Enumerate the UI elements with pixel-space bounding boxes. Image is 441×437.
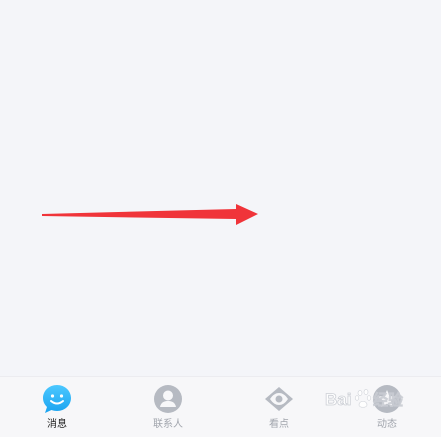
svg-text:Bai: Bai bbox=[325, 390, 351, 409]
svg-text:经验: 经验 bbox=[373, 391, 404, 409]
tab-messages[interactable]: 消息 bbox=[27, 383, 87, 435]
eye-icon bbox=[265, 387, 293, 411]
tab-contacts-label: 联系人 bbox=[153, 419, 183, 430]
baidu-jingyan-watermark: Bai 经验 bbox=[325, 389, 404, 409]
tab-messages-label: 消息 bbox=[47, 419, 67, 430]
tab-highlights[interactable]: 看点 bbox=[249, 383, 309, 435]
contact-person-icon bbox=[154, 385, 182, 413]
tab-feeds-label: 动态 bbox=[377, 419, 397, 430]
chat-bubble-icon bbox=[43, 385, 71, 413]
tab-contacts[interactable]: 联系人 bbox=[138, 383, 198, 435]
tab-highlights-label: 看点 bbox=[269, 419, 289, 430]
red-arrow-annotation bbox=[42, 204, 258, 225]
